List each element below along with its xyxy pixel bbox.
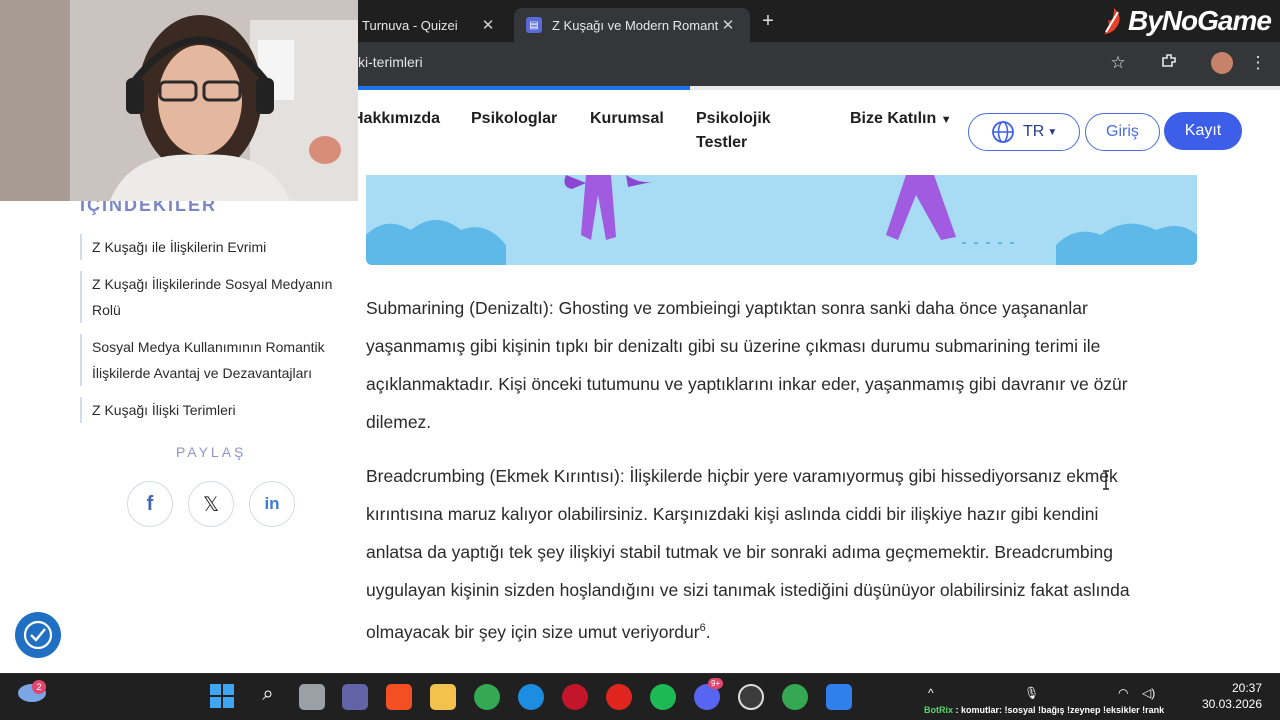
system-clock[interactable]: 20:37 30.03.2026 bbox=[1202, 680, 1262, 712]
text-line: Breadcrumbing (Ekmek Kırıntısı): İlişkil… bbox=[366, 466, 1118, 486]
url-text[interactable]: ki-terimleri bbox=[358, 54, 423, 70]
opera-icon[interactable] bbox=[606, 684, 632, 710]
search-icon[interactable]: ⌕ bbox=[255, 683, 281, 709]
caret-down-icon: ▼ bbox=[1047, 126, 1058, 138]
nav-kurumsal[interactable]: Kurumsal bbox=[590, 110, 664, 128]
tab-quizei[interactable]: Turnuva - Quizei ✕ bbox=[350, 8, 510, 42]
login-button[interactable]: Giriş bbox=[1085, 113, 1160, 151]
media-player-icon[interactable] bbox=[562, 684, 588, 710]
facebook-icon[interactable]: f bbox=[127, 481, 173, 527]
language-label: TR bbox=[1023, 123, 1045, 140]
toc-item-label: Z Kuşağı İlişki Terimleri bbox=[92, 402, 236, 418]
register-button[interactable]: Kayıt bbox=[1164, 112, 1242, 150]
clock-date: 30.03.2026 bbox=[1201, 697, 1262, 711]
text-line: uygulayan kişinin sizden hoşlandığını ve… bbox=[366, 580, 1130, 600]
linkedin-icon[interactable]: in bbox=[249, 481, 295, 527]
tab-title: Turnuva - Quizei bbox=[362, 17, 458, 33]
toc-item-avantaj[interactable]: Sosyal Medya Kullanımının Romantik İlişk… bbox=[80, 334, 345, 386]
menu-icon[interactable]: ⋮ bbox=[1247, 52, 1269, 74]
brand-text: ByNoGame bbox=[1128, 5, 1272, 36]
ticker-text: : komutlar: !sosyal !bağış !zeynep !eksi… bbox=[955, 705, 1165, 715]
tray-chevron-icon[interactable]: ^ bbox=[928, 686, 934, 700]
chrome-icon[interactable] bbox=[474, 684, 500, 710]
toc-item-label: Z Kuşağı ile İlişkilerin Evrimi bbox=[92, 239, 267, 255]
spotify-icon[interactable] bbox=[650, 684, 676, 710]
illustration-art bbox=[366, 175, 1197, 265]
notification-badge: 2 bbox=[32, 680, 46, 694]
text-line: yaşanmamış gibi kişinin tıpkı bir deniza… bbox=[366, 336, 1101, 356]
profile-avatar[interactable] bbox=[1211, 52, 1233, 74]
toc-item-evrim[interactable]: Z Kuşağı ile İlişkilerin Evrimi bbox=[80, 234, 345, 260]
file-explorer-icon[interactable] bbox=[430, 684, 456, 710]
nav-bize-katilin-label: Bize Katılın bbox=[850, 110, 937, 127]
webcam-overlay bbox=[0, 0, 358, 201]
accessibility-button[interactable] bbox=[15, 612, 61, 658]
edge-icon[interactable] bbox=[518, 684, 544, 710]
accessibility-icon bbox=[23, 620, 53, 650]
text-line: dilemez. bbox=[366, 412, 432, 432]
streamer-camera-image bbox=[0, 0, 358, 201]
sentence-end: . bbox=[705, 621, 711, 642]
globe-icon bbox=[992, 121, 1014, 143]
toc-item-label: İlişkilerde Avantaj ve Dezavantajları bbox=[92, 365, 312, 381]
nav-psikolojik[interactable]: Psikolojik bbox=[696, 110, 771, 128]
flame-icon bbox=[1104, 8, 1120, 34]
text-cursor-icon bbox=[1103, 470, 1109, 490]
nav-psikologlar[interactable]: Psikologlar bbox=[471, 110, 557, 128]
bynogame-logo: ByNoGame bbox=[1100, 0, 1272, 42]
toc-item-terimler[interactable]: Z Kuşağı İlişki Terimleri bbox=[80, 397, 345, 423]
chat-ticker: BotRix : komutlar: !sosyal !bağış !zeyne… bbox=[924, 705, 1164, 715]
text-line-last: olmayacak bir şey için size umut veriyor… bbox=[366, 609, 1176, 651]
text-line: olmayacak bir şey için size umut veriyor… bbox=[366, 621, 700, 642]
text-line: anlatsa da yaptığı tek şey ilişkiyi stab… bbox=[366, 542, 1113, 562]
windows-start-icon[interactable] bbox=[209, 683, 235, 709]
app-icon[interactable] bbox=[826, 684, 852, 710]
obs-icon[interactable] bbox=[738, 684, 764, 710]
caret-down-icon: ▼ bbox=[940, 114, 952, 126]
extensions-icon[interactable] bbox=[1158, 52, 1180, 74]
volume-icon[interactable]: ◁) bbox=[1142, 686, 1155, 700]
screen: Turnuva - Quizei ✕ ▤ Z Kuşağı ve Modern … bbox=[0, 0, 1280, 720]
chrome-profile-icon[interactable] bbox=[782, 684, 808, 710]
nav-bize-katilin[interactable]: Bize Katılın ▼ bbox=[850, 110, 952, 128]
hero-illustration bbox=[366, 175, 1197, 265]
new-tab-button[interactable]: + bbox=[758, 8, 778, 34]
teams-icon[interactable] bbox=[342, 684, 368, 710]
x-icon[interactable]: 𝕏 bbox=[188, 481, 234, 527]
close-icon[interactable]: ✕ bbox=[478, 16, 498, 34]
clock-time: 20:37 bbox=[1231, 681, 1262, 695]
paragraph-breadcrumbing: Breadcrumbing (Ekmek Kırıntısı): İlişkil… bbox=[366, 457, 1176, 651]
toc-item-sosyal-medya-rolu[interactable]: Z Kuşağı İlişkilerinde Sosyal Medyanın R… bbox=[80, 271, 345, 323]
language-selector[interactable]: TR ▼ bbox=[968, 113, 1080, 151]
tab-article[interactable]: ▤ Z Kuşağı ve Modern Romantik İl ✕ bbox=[514, 8, 750, 42]
close-icon[interactable]: ✕ bbox=[718, 16, 738, 34]
text-line: Submarining (Denizaltı): Ghosting ve zom… bbox=[366, 298, 1088, 318]
toc-item-label: Z Kuşağı İlişkilerinde Sosyal Medyanın bbox=[92, 276, 333, 292]
share-label: PAYLAŞ bbox=[176, 444, 247, 460]
nav-testler[interactable]: Testler bbox=[696, 134, 747, 152]
discord-badge: 9+ bbox=[708, 678, 724, 689]
text-line: kırıntısına maruz kalıyor olabilirsiniz.… bbox=[366, 504, 1099, 524]
wifi-icon[interactable]: ◠ bbox=[1118, 686, 1128, 700]
nav-hakkimizda[interactable]: Hakkımızda bbox=[352, 110, 440, 128]
ticker-user: BotRix bbox=[924, 705, 953, 715]
favicon-icon: ▤ bbox=[526, 17, 542, 33]
task-view-icon[interactable] bbox=[299, 684, 325, 710]
toc-item-label: Rolü bbox=[92, 302, 121, 318]
toc-item-label: Sosyal Medya Kullanımının Romantik bbox=[92, 339, 325, 355]
text-line: açıklanmaktadır. Kişi önceki tutumunu ve… bbox=[366, 374, 1128, 394]
microphone-icon[interactable]: 🎙 bbox=[1024, 686, 1039, 700]
tab-title: Z Kuşağı ve Modern Romantik İl bbox=[552, 17, 718, 33]
star-icon[interactable]: ☆ bbox=[1107, 52, 1129, 74]
store-icon[interactable] bbox=[386, 684, 412, 710]
paragraph-submarining: Submarining (Denizaltı): Ghosting ve zom… bbox=[366, 289, 1176, 441]
